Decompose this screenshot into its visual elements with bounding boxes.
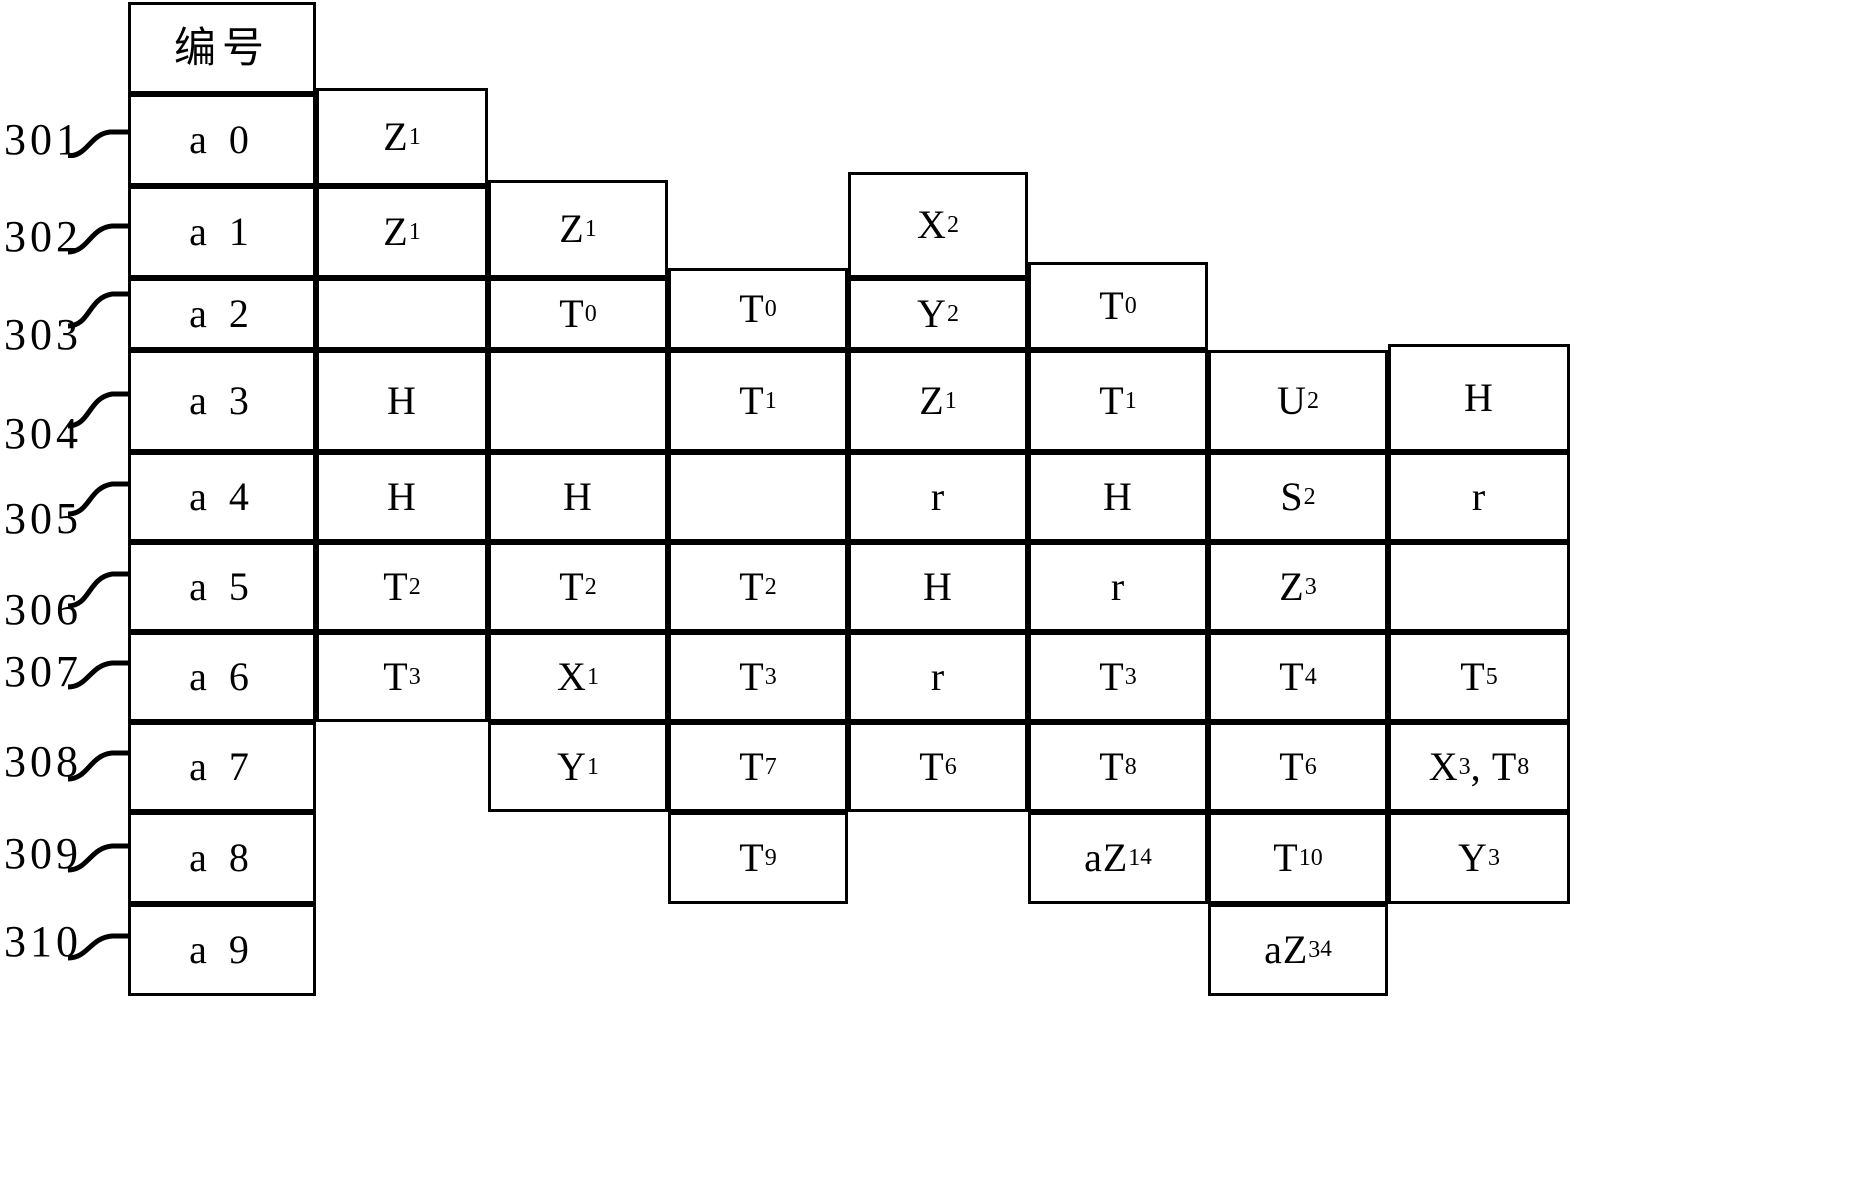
data-cell-a2-c5: Y2: [848, 278, 1028, 350]
data-cell-a7-c4: T7: [668, 722, 848, 812]
data-cell-a6-c4: T3: [668, 632, 848, 722]
row-label-a9: a 9: [128, 904, 316, 996]
row-label-a3: a 3: [128, 350, 316, 452]
data-cell-a6-c2: T3: [316, 632, 488, 722]
row-label-a1: a 1: [128, 186, 316, 278]
row-label-a2: a 2: [128, 278, 316, 350]
data-cell-a5-c4: T2: [668, 542, 848, 632]
row-label-a4: a 4: [128, 452, 316, 542]
data-cell-a4-c3: H: [488, 452, 668, 542]
data-cell-a3-c5: Z1: [848, 350, 1028, 452]
data-cell-a5-c7: Z3: [1208, 542, 1388, 632]
data-cell-a3-c2: H: [316, 350, 488, 452]
row-label-a5: a 5: [128, 542, 316, 632]
data-cell-a5-c2: T2: [316, 542, 488, 632]
data-cell-a3-c4: T1: [668, 350, 848, 452]
data-cell-a3-c8: H: [1388, 344, 1570, 452]
data-cell-a9-c7: aZ 3 4: [1208, 904, 1388, 996]
data-cell-a7-c6: T8: [1028, 722, 1208, 812]
data-cell-a4-c4: [668, 452, 848, 542]
data-cell-a4-c2: H: [316, 452, 488, 542]
data-cell-a8-c7: T 10: [1208, 812, 1388, 904]
row-label-a7: a 7: [128, 722, 316, 812]
data-cell-a7-c3: Y1: [488, 722, 668, 812]
data-cell-a2-c2: [316, 278, 488, 350]
data-cell-a3-c7: U2: [1208, 350, 1388, 452]
data-cell-a2-c6: T0: [1028, 262, 1208, 350]
data-cell-a5-c3: T2: [488, 542, 668, 632]
data-cell-a8-c4: T9: [668, 812, 848, 904]
data-cell-a4-c8: r: [1388, 452, 1570, 542]
data-cell-a1-c5: X2: [848, 172, 1028, 278]
data-cell-a8-c6: aZ 1 4: [1028, 812, 1208, 904]
data-cell-a6-c5: r: [848, 632, 1028, 722]
data-cell-a5-c6: r: [1028, 542, 1208, 632]
row-label-a0: a 0: [128, 94, 316, 186]
data-cell-a1-c2: Z1: [316, 186, 488, 278]
data-cell-a4-c7: S2: [1208, 452, 1388, 542]
data-cell-a7-c7: T6: [1208, 722, 1388, 812]
data-cell-a6-c6: T3: [1028, 632, 1208, 722]
data-cell-a3-c3: [488, 350, 668, 452]
data-cell-a2-c4: T0: [668, 268, 848, 350]
data-cell-a5-c8: [1388, 542, 1570, 632]
data-cell-a7-c5: T6: [848, 722, 1028, 812]
data-cell-a3-c6: T1: [1028, 350, 1208, 452]
data-cell-a4-c6: H: [1028, 452, 1208, 542]
data-cell-a4-c5: r: [848, 452, 1028, 542]
data-cell-a1-c3: Z1: [488, 180, 668, 278]
data-cell-a2-c3: T0: [488, 278, 668, 350]
data-cell-a6-c8: T5: [1388, 632, 1570, 722]
data-cell-a6-c3: X1: [488, 632, 668, 722]
data-cell-a7-c8: X3, T8: [1388, 722, 1570, 812]
data-cell-a0-c2: Z1: [316, 88, 488, 186]
header-cell-bianhao: 编号: [128, 2, 316, 94]
data-cell-a5-c5: H: [848, 542, 1028, 632]
data-cell-a6-c7: T4: [1208, 632, 1388, 722]
row-label-a8: a 8: [128, 812, 316, 904]
figure-canvas: 301 302 303 304 305 306 307 308 309 310 …: [0, 0, 1855, 1182]
row-label-a6: a 6: [128, 632, 316, 722]
data-cell-a8-c8: Y3: [1388, 812, 1570, 904]
